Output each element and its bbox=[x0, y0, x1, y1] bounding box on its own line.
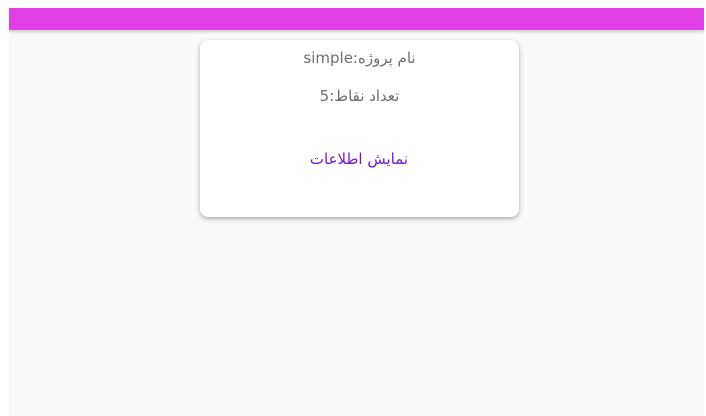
project-name-value: simple bbox=[303, 49, 353, 67]
project-name-label: نام پروژه: bbox=[352, 49, 416, 67]
points-count-row: تعداد نقاط:5 bbox=[200, 86, 519, 106]
points-count-label: تعداد نقاط: bbox=[329, 87, 400, 105]
app-window: نام پروژه:simple تعداد نقاط:5 نمایش اطلا… bbox=[9, 8, 704, 416]
points-count-value: 5 bbox=[319, 87, 330, 105]
project-name-row: نام پروژه:simple bbox=[200, 48, 519, 68]
show-info-button[interactable]: نمایش اطلاعات bbox=[284, 146, 434, 172]
app-bar bbox=[9, 8, 704, 30]
project-card: نام پروژه:simple تعداد نقاط:5 نمایش اطلا… bbox=[200, 40, 519, 217]
